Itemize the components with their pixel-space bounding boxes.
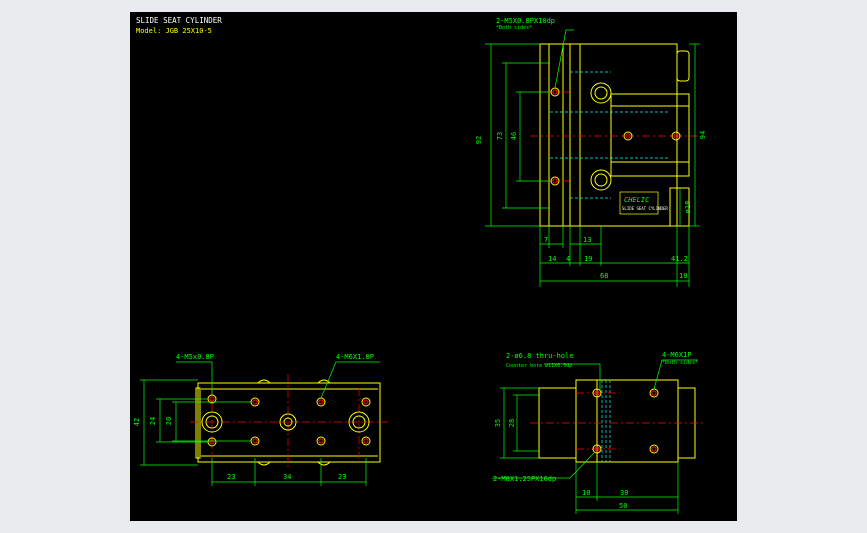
drawing-model: Model: JGB 25X10-5 — [136, 27, 212, 35]
cad-drawing: SLIDE SEAT CYLINDER Model: JGB 25X10-5 C… — [133, 16, 707, 514]
dim-50: 50 — [619, 502, 627, 510]
front-view: 42 24 20 23 34 23 4-M5x0.8P 4-M6X1.0P — [133, 353, 388, 486]
drawing-title: SLIDE SEAT CYLINDER — [136, 16, 222, 25]
label-counter-bore: Counter bore ø11X6.5dp — [506, 363, 572, 369]
dim-23-right: 23 — [338, 473, 346, 481]
label-both-sides: *Both sides* — [496, 25, 532, 31]
dim-10: 10 — [679, 272, 687, 280]
dim-13: 13 — [583, 236, 591, 244]
dim-4: 4 — [566, 255, 570, 263]
dim-28: 28 — [508, 419, 516, 427]
dim-20: 20 — [165, 417, 173, 425]
dim-14: 14 — [548, 255, 556, 263]
dim-42: 42 — [133, 418, 141, 426]
dim-34: 34 — [283, 473, 291, 481]
label-m5-holes: 4-M5x0.8P — [176, 353, 214, 361]
label-m6-side: 4-M6X1P — [662, 351, 692, 359]
dim-68: 68 — [600, 272, 608, 280]
top-view: CHELIC SLIDE SEAT CYLINDER 92 73 46 94 ø… — [475, 17, 707, 287]
dim-19: 19 — [584, 255, 592, 263]
label-side-both-sides: *Both sides* — [662, 360, 698, 366]
dim-46: 46 — [510, 132, 518, 140]
dim-30: 30 — [620, 489, 628, 497]
dim-92: 92 — [475, 136, 483, 144]
side-view: 35 28 10 30 50 2-ø6.8 thru-hole Counter … — [492, 351, 705, 514]
label-m6-holes: 4-M6X1.0P — [336, 353, 374, 361]
dim-94: 94 — [699, 131, 707, 139]
dim-35: 35 — [494, 419, 502, 427]
dim-23-left: 23 — [227, 473, 235, 481]
label-m5-tap: 2-M5X0.8PX10dp — [496, 17, 555, 25]
label-thru-hole: 2-ø6.8 thru-hole — [506, 352, 573, 360]
label-m8-tap: 2-M8X1.25PX16dp — [493, 475, 556, 483]
brand-logo: CHELIC — [624, 196, 650, 204]
cad-drawing-frame: SLIDE SEAT CYLINDER Model: JGB 25X10-5 C… — [130, 12, 737, 521]
dim-73: 73 — [496, 132, 504, 140]
brand-subtitle: SLIDE SEAT CYLINDER — [622, 206, 668, 211]
dim-7: 7 — [544, 236, 548, 244]
dim-dia-18: ø18 — [684, 201, 692, 214]
dim-41-2: 41.2 — [671, 255, 688, 263]
dim-24: 24 — [149, 417, 157, 425]
dim-side-10: 10 — [582, 489, 590, 497]
